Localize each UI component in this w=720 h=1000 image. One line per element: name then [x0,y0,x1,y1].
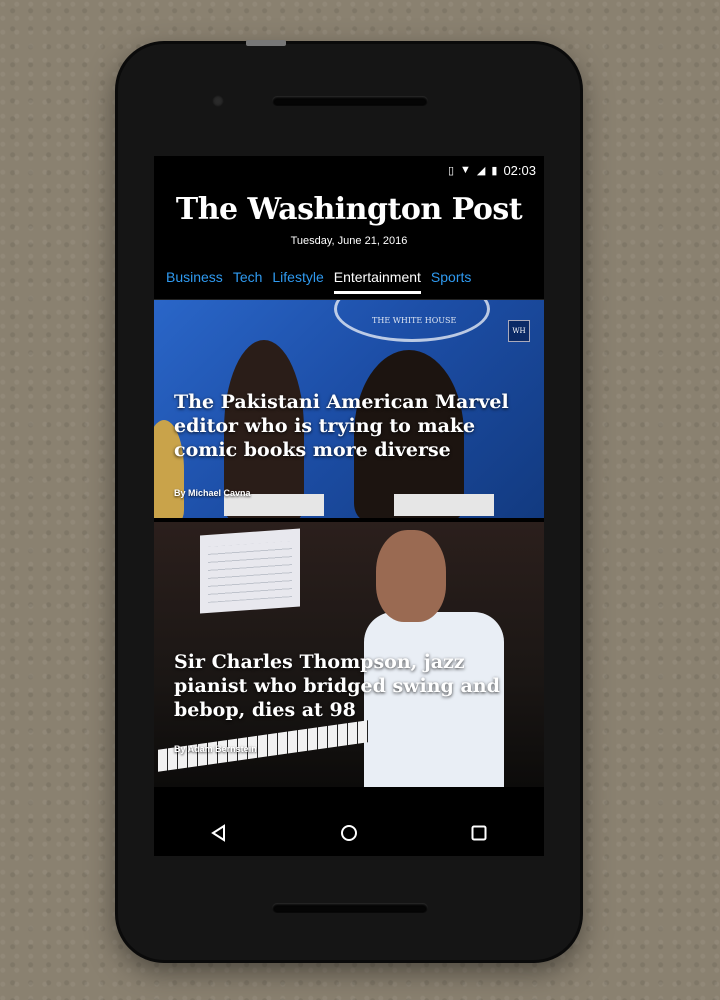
nameplate-right [394,494,494,516]
story-card-marvel-editor[interactable]: THE WHITE HOUSE WH The Pakistani America… [154,300,544,518]
recents-button[interactable] [459,813,499,853]
signal-icon: ◢ [476,164,486,177]
tab-tech[interactable]: Tech [233,269,263,291]
story-headline[interactable]: The Pakistani American Marvel editor who… [174,390,526,462]
front-camera [212,95,224,107]
masthead: The Washington Post Tuesday, June 21, 20… [154,184,544,247]
earpiece-speaker [272,96,428,106]
android-nav-bar [154,810,544,856]
back-button[interactable] [199,813,239,853]
sheet-music [200,528,300,614]
story-headline[interactable]: Sir Charles Thompson, jazz pianist who b… [174,650,526,722]
status-bar: ▯ ▼ ◢ ▮ 02:03 [154,156,544,184]
pianist-head [376,530,446,622]
newspaper-logo[interactable]: The Washington Post [154,192,544,227]
story-byline: By Michael Cavna [174,488,251,498]
wifi-icon: ▼ [460,164,471,176]
power-button [246,40,286,46]
issue-date: Tuesday, June 21, 2016 [290,235,408,247]
recents-icon [471,825,487,841]
story-card-charles-thompson[interactable]: Sir Charles Thompson, jazz pianist who b… [154,522,544,787]
seal-text: THE WHITE HOUSE [372,316,457,325]
home-icon [341,825,357,841]
battery-icon: ▮ [491,164,498,177]
home-button[interactable] [329,813,369,853]
back-icon [211,824,225,842]
tab-lifestyle[interactable]: Lifestyle [272,269,323,291]
wh-badge: WH [508,320,530,342]
section-tabs: Business Tech Lifestyle Entertainment Sp… [154,269,544,300]
phone-screen: ▯ ▼ ◢ ▮ 02:03 The Washington Post Tuesda… [154,156,544,856]
tab-entertainment[interactable]: Entertainment [333,269,421,294]
tab-business[interactable]: Business [166,269,223,291]
story-byline: By Adam Bernstein [174,744,257,754]
tab-sports[interactable]: Sports [431,269,471,291]
status-time: 02:03 [503,162,536,178]
bottom-speaker [272,903,428,913]
vibrate-icon: ▯ [447,164,455,177]
